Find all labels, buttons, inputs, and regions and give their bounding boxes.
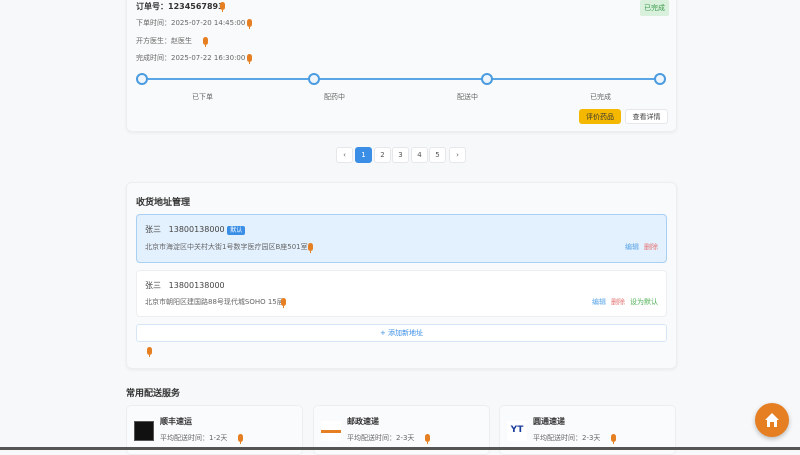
step-label: 已下单 — [192, 93, 213, 101]
microphone-icon[interactable] — [220, 2, 225, 12]
sf-express-logo — [134, 421, 154, 441]
page-5-button[interactable]: 5 — [429, 147, 446, 163]
detail-button[interactable]: 查看详情 — [625, 109, 668, 124]
address-name: 张三 — [145, 281, 161, 290]
microphone-icon[interactable] — [425, 434, 430, 444]
address-item[interactable]: 张三 13800138000 默认 北京市海淀区中关村大街1号数字医疗园区B座5… — [136, 214, 667, 263]
add-address-button[interactable]: + 添加新地址 — [136, 324, 667, 342]
microphone-icon[interactable] — [247, 19, 252, 29]
step-dot — [481, 73, 493, 85]
service-name: 顺丰速运 — [160, 417, 192, 426]
page-4-button[interactable]: 4 — [411, 147, 428, 163]
page-1-button[interactable]: 1 — [355, 147, 372, 163]
step-dot — [654, 73, 666, 85]
page-3-button[interactable]: 3 — [392, 147, 409, 163]
microphone-icon[interactable] — [281, 298, 286, 308]
address-title: 收货地址管理 — [136, 198, 191, 208]
microphone-icon[interactable] — [147, 347, 152, 357]
services-title: 常用配送服务 — [126, 389, 181, 399]
page-2-button[interactable]: 2 — [374, 147, 391, 163]
step-dot — [308, 73, 320, 85]
edit-link[interactable]: 编辑 — [625, 243, 639, 251]
edit-link[interactable]: 编辑 — [592, 298, 606, 306]
service-time: 平均配送时间：2-3天 — [347, 434, 415, 442]
review-button[interactable]: 评价药品 — [579, 109, 621, 124]
address-item[interactable]: 张三 13800138000 北京市朝阳区建国路88号现代城SOHO 15层 编… — [136, 270, 667, 317]
prev-page-button[interactable]: ‹ — [336, 147, 353, 163]
ems-logo — [321, 421, 341, 441]
microphone-icon[interactable] — [611, 434, 616, 444]
service-time: 平均配送时间：2-3天 — [533, 434, 601, 442]
next-page-button[interactable]: › — [449, 147, 466, 163]
service-name: 圆通速递 — [533, 417, 565, 426]
default-badge: 默认 — [227, 226, 246, 235]
yto-logo: YT — [507, 421, 527, 441]
home-icon — [765, 413, 779, 427]
progress-line — [142, 78, 660, 80]
service-name: 邮政速递 — [347, 417, 379, 426]
service-time: 平均配送时间：1-2天 — [160, 434, 228, 442]
delete-link[interactable]: 删除 — [644, 243, 658, 251]
set-default-link[interactable]: 设为默认 — [630, 298, 658, 306]
step-label: 配送中 — [457, 93, 478, 101]
microphone-icon[interactable] — [203, 37, 208, 47]
delete-link[interactable]: 删除 — [611, 298, 625, 306]
status-badge: 已完成 — [640, 0, 669, 16]
address-text: 北京市海淀区中关村大街1号数字医疗园区B座501室 — [145, 243, 308, 251]
home-button[interactable] — [755, 403, 789, 437]
address-name: 张三 — [145, 225, 161, 234]
address-phone: 13800138000 — [168, 281, 225, 290]
address-phone: 13800138000 — [168, 225, 225, 234]
order-number: 订单号：1234567893 — [136, 2, 224, 11]
microphone-icon[interactable] — [308, 243, 313, 253]
doctor: 开方医生：赵医生 — [136, 37, 192, 45]
step-label: 配药中 — [324, 93, 345, 101]
step-label: 已完成 — [590, 93, 611, 101]
microphone-icon[interactable] — [247, 54, 252, 64]
microphone-icon[interactable] — [238, 434, 243, 444]
address-text: 北京市朝阳区建国路88号现代城SOHO 15层 — [145, 298, 284, 306]
step-dot — [136, 73, 148, 85]
order-time: 下单时间：2025-07-20 14:45:00 — [136, 19, 246, 27]
complete-time: 完成时间：2025-07-22 16:30:00 — [136, 54, 246, 62]
